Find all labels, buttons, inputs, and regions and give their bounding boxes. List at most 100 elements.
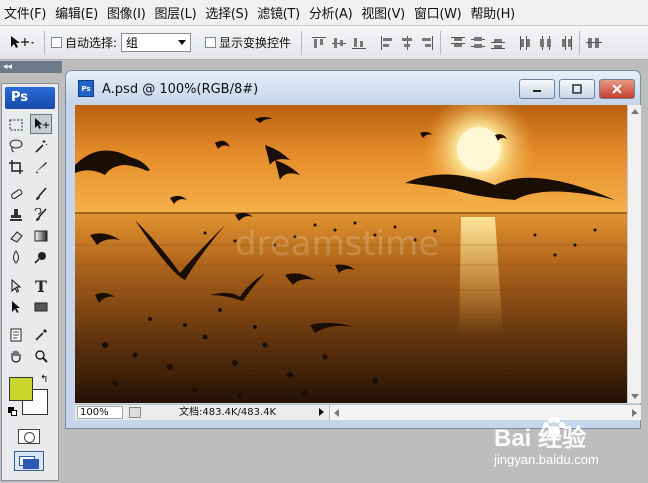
align-horizontal-buttons [380, 35, 434, 50]
move-icon [11, 35, 34, 48]
gradient-icon [34, 230, 48, 242]
distribute-right-icon[interactable] [559, 35, 573, 50]
text-t-icon: T [35, 276, 47, 296]
ps-logo[interactable]: Ps [5, 87, 55, 109]
swap-colors-icon[interactable]: ↰ [40, 374, 48, 385]
hand-tool[interactable] [5, 346, 27, 366]
notes-tool[interactable] [5, 325, 27, 345]
type-tool[interactable]: T [30, 276, 52, 296]
status-menu-arrow-icon[interactable] [319, 408, 324, 416]
separator [579, 30, 581, 55]
align-hcenter-icon[interactable] [400, 35, 414, 50]
auto-select-value: 组 [126, 36, 139, 50]
distribute-hcenter-icon[interactable] [539, 35, 553, 50]
direct-selection-tool[interactable] [5, 297, 27, 317]
align-bottom-icon[interactable] [352, 36, 367, 50]
align-right-icon[interactable] [420, 35, 434, 50]
show-transform-label: 显示变换控件 [219, 36, 292, 50]
magic-wand-tool[interactable] [30, 136, 52, 156]
baidu-watermark-logo: Bai 经验 [494, 425, 587, 452]
distribute-left-icon[interactable] [519, 35, 533, 50]
options-bar: 自动选择: 组 显示变换控件 [0, 26, 648, 60]
menu-image[interactable]: 图像(I) [107, 3, 146, 22]
document-titlebar[interactable]: Ps A.psd @ 100%(RGB/8#) [66, 71, 640, 105]
minimize-icon [533, 90, 541, 92]
menu-select[interactable]: 选择(S) [205, 3, 248, 22]
align-left-icon[interactable] [380, 35, 394, 50]
scroll-down-icon[interactable] [631, 394, 639, 399]
close-button[interactable] [599, 79, 635, 99]
screen-mode-button[interactable] [14, 451, 44, 471]
menu-bar: 文件(F) 编辑(E) 图像(I) 图层(L) 选择(S) 滤镜(T) 分析(A… [0, 0, 648, 26]
dodge-icon [34, 252, 46, 264]
sunset-seagulls-image: dreamstime [75, 105, 627, 403]
scroll-left-icon[interactable] [334, 409, 339, 417]
menu-file[interactable]: 文件(F) [4, 3, 46, 22]
auto-select-dropdown[interactable]: 组 [121, 33, 192, 52]
auto-select-checkbox[interactable] [51, 37, 62, 48]
brush-tool[interactable] [30, 184, 52, 204]
auto-align-layers-icon[interactable] [586, 36, 603, 50]
minimize-button[interactable] [519, 79, 555, 99]
note-icon [10, 328, 22, 342]
lasso-tool[interactable] [5, 136, 27, 156]
document-window: Ps A.psd @ 100%(RGB/8#) dreamstime 100% … [65, 70, 641, 429]
healing-brush-tool[interactable] [5, 184, 27, 204]
dodge-tool[interactable] [30, 247, 52, 267]
foreground-color-swatch[interactable] [9, 377, 33, 401]
blur-tool[interactable] [5, 247, 27, 267]
distribute-vertical-buttons [451, 36, 506, 50]
menu-view[interactable]: 视图(V) [361, 3, 405, 22]
paw-icon [543, 417, 565, 438]
separator [301, 30, 303, 55]
move-tool[interactable] [30, 114, 52, 134]
canvas[interactable]: dreamstime [75, 105, 627, 403]
menu-filter[interactable]: 滤镜(T) [257, 3, 300, 22]
vertical-scrollbar[interactable] [627, 105, 641, 403]
slice-icon [35, 162, 47, 174]
menu-layer[interactable]: 图层(L) [154, 3, 196, 22]
maximize-button[interactable] [559, 79, 595, 99]
hand-icon [11, 350, 21, 363]
clone-stamp-tool[interactable] [5, 205, 27, 225]
scroll-right-icon[interactable] [632, 409, 637, 417]
default-colors-icon[interactable] [8, 407, 17, 416]
restore-icon [572, 84, 582, 94]
eyedropper-tool[interactable] [30, 325, 52, 345]
distribute-vcenter-icon[interactable] [471, 36, 486, 50]
path-selection-tool[interactable] [5, 276, 27, 296]
zoom-level-field[interactable]: 100% [77, 406, 123, 419]
horizontal-scrollbar[interactable] [329, 405, 641, 420]
lasso-icon [9, 139, 23, 153]
separator [440, 30, 442, 55]
menu-edit[interactable]: 编辑(E) [55, 3, 98, 22]
brush-icon [36, 187, 47, 200]
distribute-top-icon[interactable] [451, 36, 466, 50]
distribute-bottom-icon[interactable] [491, 36, 506, 50]
scroll-up-icon[interactable] [631, 109, 639, 114]
show-transform-checkbox[interactable] [205, 37, 217, 48]
document-title: A.psd @ 100%(RGB/8#) [102, 82, 259, 97]
toolbox: Ps T ↰ [1, 83, 59, 481]
marquee-tool[interactable] [5, 115, 27, 135]
arrow-pointer-icon [11, 279, 22, 293]
crop-tool[interactable] [5, 157, 27, 177]
menu-analysis[interactable]: 分析(A) [309, 3, 353, 22]
eyedropper-slice-tool[interactable] [30, 157, 52, 177]
menu-help[interactable]: 帮助(H) [470, 3, 515, 22]
stock-watermark: dreamstime [235, 224, 439, 264]
align-top-icon[interactable] [312, 36, 327, 50]
move-tool-preset-picker[interactable] [8, 32, 38, 54]
status-info-icon[interactable] [129, 407, 141, 418]
rectangle-tool[interactable] [30, 297, 52, 317]
zoom-tool[interactable] [30, 346, 52, 366]
align-vcenter-icon[interactable] [332, 36, 347, 50]
marquee-icon [9, 119, 23, 131]
history-brush-tool[interactable] [30, 205, 52, 225]
toolbox-collapse-bar[interactable]: ◂◂ [0, 61, 62, 73]
gradient-tool[interactable] [30, 226, 52, 246]
quick-mask-button[interactable] [18, 429, 40, 444]
eraser-tool[interactable] [5, 226, 27, 246]
baidu-watermark-url: jingyan.baidu.com [494, 452, 599, 467]
menu-window[interactable]: 窗口(W) [414, 3, 462, 22]
